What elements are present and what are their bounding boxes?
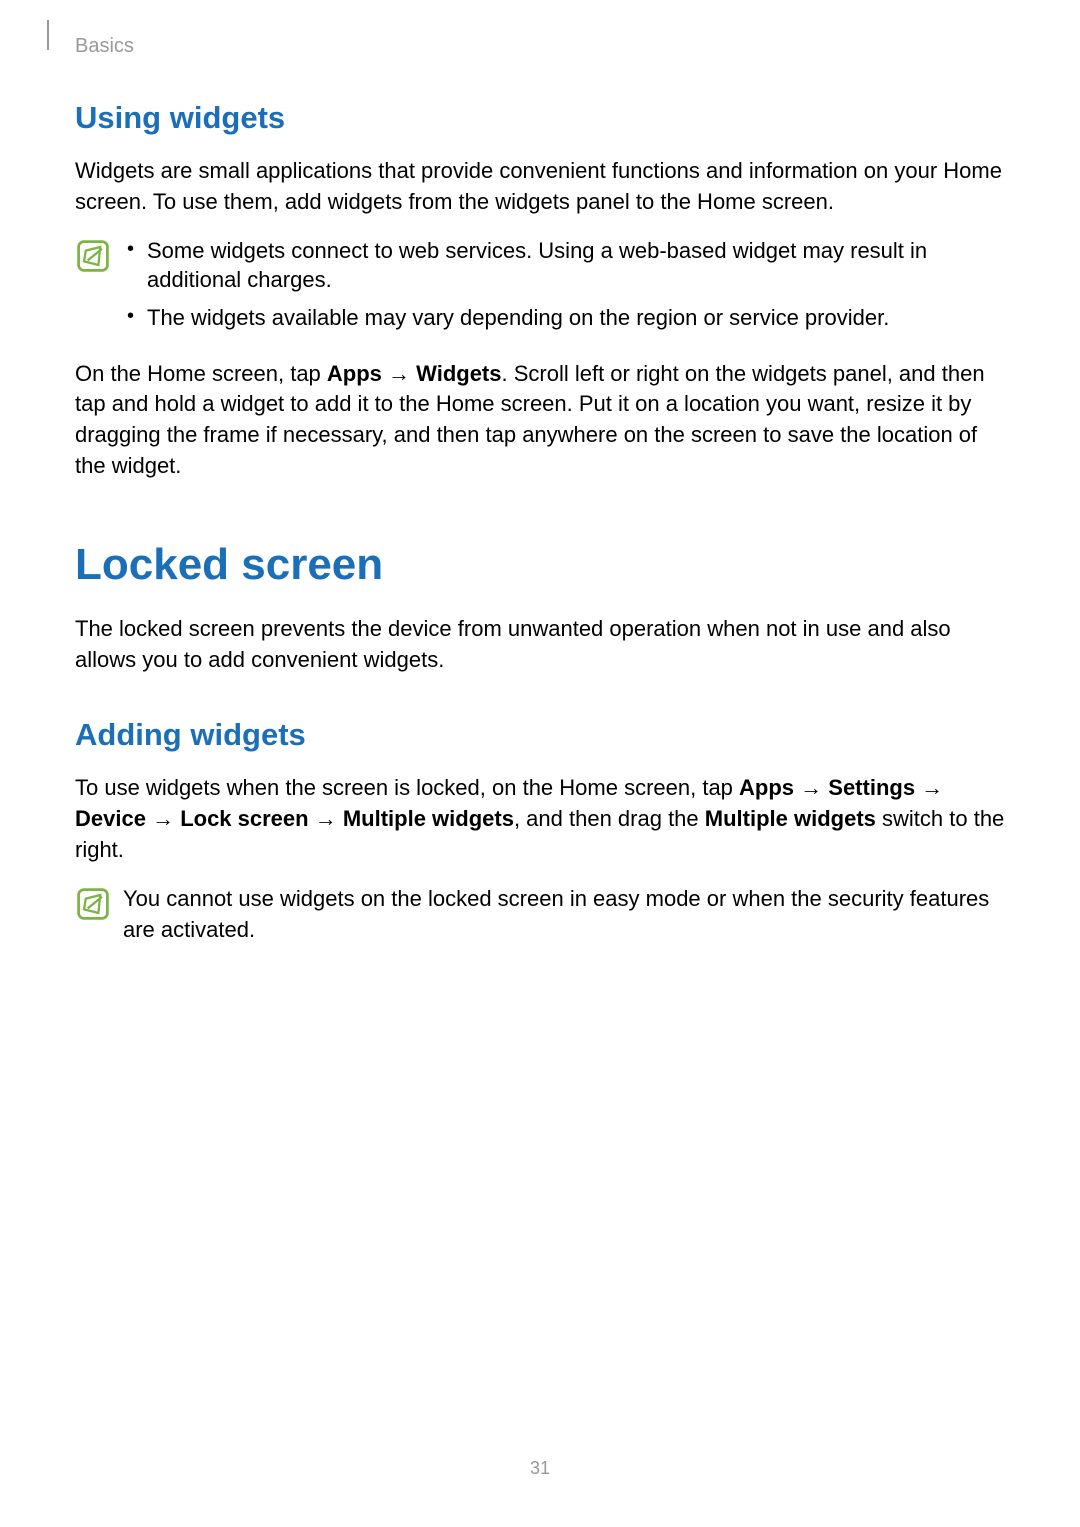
arrow-icon: → [309, 806, 343, 831]
instruction-bold: Widgets [416, 361, 501, 386]
using-widgets-heading: Using widgets [75, 100, 1005, 136]
instruction-text: To use widgets when the screen is locked… [75, 775, 739, 800]
note-content: Some widgets connect to web services. Us… [115, 236, 1005, 341]
instruction-bold: Settings [828, 775, 915, 800]
note-block-2: You cannot use widgets on the locked scr… [75, 884, 1005, 946]
note-content: You cannot use widgets on the locked scr… [115, 884, 1005, 946]
note-bullet-item: Some widgets connect to web services. Us… [123, 236, 1005, 295]
instruction-text: On the Home screen, tap [75, 361, 327, 386]
locked-screen-intro: The locked screen prevents the device fr… [75, 614, 1005, 676]
header-rule [47, 20, 49, 50]
breadcrumb: Basics [75, 35, 134, 58]
note-block-1: Some widgets connect to web services. Us… [75, 236, 1005, 341]
adding-widgets-heading: Adding widgets [75, 717, 1005, 753]
arrow-icon: → [915, 775, 943, 800]
instruction-bold: Multiple widgets [343, 806, 514, 831]
instruction-bold: Device [75, 806, 146, 831]
using-widgets-intro: Widgets are small applications that prov… [75, 156, 1005, 218]
locked-screen-heading: Locked screen [75, 540, 1005, 590]
instruction-text: , and then drag the [514, 806, 705, 831]
page-number: 31 [530, 1458, 550, 1479]
note-icon-wrapper [75, 238, 115, 279]
using-widgets-instructions: On the Home screen, tap Apps → Widgets. … [75, 359, 1005, 482]
arrow-icon: → [146, 806, 180, 831]
note-text: You cannot use widgets on the locked scr… [123, 884, 1005, 946]
note-icon [75, 886, 111, 922]
page-content: Using widgets Widgets are small applicat… [0, 0, 1080, 945]
instruction-bold: Apps [327, 361, 382, 386]
arrow-icon: → [794, 775, 828, 800]
instruction-bold: Apps [739, 775, 794, 800]
note-icon [75, 238, 111, 274]
instruction-bold: Multiple widgets [705, 806, 876, 831]
note-bullet-list: Some widgets connect to web services. Us… [123, 236, 1005, 333]
instruction-bold: Lock screen [180, 806, 308, 831]
note-icon-wrapper [75, 886, 115, 927]
adding-widgets-instructions: To use widgets when the screen is locked… [75, 773, 1005, 865]
note-bullet-item: The widgets available may vary depending… [123, 303, 1005, 333]
arrow-icon: → [382, 361, 416, 386]
